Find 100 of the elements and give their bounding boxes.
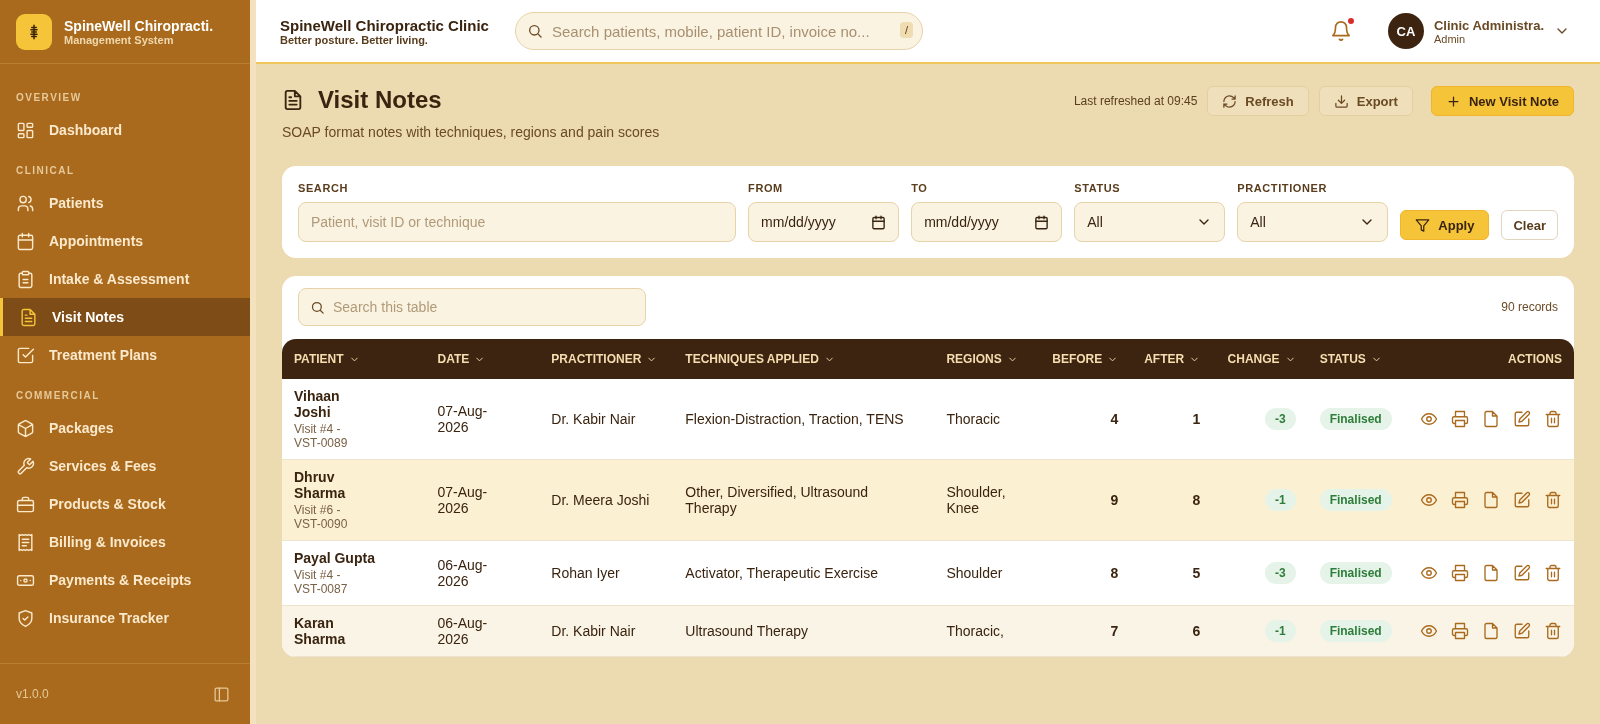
column-header[interactable]: DATE: [437, 352, 486, 366]
practitioner-name: Dr. Kabir Nair: [551, 411, 636, 427]
clipboard-icon: [16, 269, 35, 289]
nav-item[interactable]: Products & Stock: [0, 485, 250, 523]
trash-icon[interactable]: [1544, 622, 1562, 640]
nav-item[interactable]: Visit Notes: [0, 298, 250, 336]
nav-item[interactable]: Appointments: [0, 222, 250, 260]
new-note-button[interactable]: New Visit Note: [1430, 86, 1574, 116]
checkbox-icon: [16, 345, 35, 365]
trash-icon[interactable]: [1544, 564, 1562, 582]
export-button[interactable]: Export: [1318, 86, 1413, 116]
dropdown[interactable]: All: [1237, 202, 1389, 242]
sidebar-toggle-icon[interactable]: [213, 685, 230, 703]
after-score: 1: [1192, 411, 1201, 427]
after-score: 8: [1192, 492, 1201, 508]
date-field[interactable]: mm/dd/yyyy: [748, 202, 900, 242]
nav-item[interactable]: Insurance Tracker: [0, 599, 250, 637]
patient-name: Vihaan Joshi: [294, 388, 341, 420]
bell-icon[interactable]: [1329, 20, 1352, 42]
visit-id: Visit #4 - VST-0089: [294, 422, 349, 450]
patient-name: Dhruv Sharma: [294, 469, 347, 501]
filter-label: STATUS: [1074, 182, 1122, 194]
brand-title: SpineWell Chiropracti.: [64, 17, 214, 34]
nav-item[interactable]: Patients: [0, 184, 250, 222]
practitioner-name: Dr. Kabir Nair: [551, 623, 636, 639]
nav-item[interactable]: Treatment Plans: [0, 336, 250, 374]
table-row[interactable]: Vihaan Joshi Visit #4 - VST-0089 07-Aug-2026 Dr. Kabir Nair Flexion-Distraction, Traction, TENS Thoracic 4 1 -3 Finalised: [282, 379, 1574, 460]
eye-icon[interactable]: [1420, 410, 1438, 428]
edit-icon[interactable]: [1513, 564, 1531, 582]
status-badge: Finalised: [1319, 562, 1392, 584]
trash-icon[interactable]: [1544, 491, 1562, 509]
dropdown[interactable]: All: [1074, 202, 1226, 242]
printer-icon[interactable]: [1451, 410, 1469, 428]
column-header[interactable]: TECHNIQUES APPLIED: [685, 352, 835, 366]
practitioner-name: Rohan Iyer: [551, 565, 620, 581]
user-name: Clinic Administra.: [1433, 17, 1544, 33]
column-header[interactable]: PRACTITIONER: [551, 352, 658, 366]
search-field[interactable]: Patient, visit ID or technique: [298, 202, 737, 242]
date-field[interactable]: mm/dd/yyyy: [911, 202, 1063, 242]
user-avatar: CA: [1387, 13, 1424, 49]
trash-icon[interactable]: [1544, 410, 1562, 428]
plus-icon: [1445, 93, 1461, 109]
column-header[interactable]: AFTER: [1144, 352, 1201, 366]
grid-icon: [16, 120, 35, 140]
nav-item[interactable]: Payments & Receipts: [0, 561, 250, 599]
status-badge: Finalised: [1319, 489, 1392, 511]
section-heading: CLINICAL: [15, 164, 76, 178]
table-search-field[interactable]: Search this table: [298, 288, 646, 326]
printer-icon[interactable]: [1451, 564, 1469, 582]
file-icon[interactable]: [1482, 622, 1500, 640]
nav-item[interactable]: Packages: [0, 409, 250, 447]
nav-item[interactable]: Intake & Assessment: [0, 260, 250, 298]
printer-icon[interactable]: [1451, 491, 1469, 509]
edit-icon[interactable]: [1513, 410, 1531, 428]
edit-icon[interactable]: [1513, 622, 1531, 640]
filter-label: SEARCH: [298, 182, 350, 194]
file-icon[interactable]: [1482, 564, 1500, 582]
change-badge: -3: [1264, 408, 1296, 430]
patient-name: Payal Gupta: [294, 550, 376, 566]
after-score: 6: [1192, 623, 1201, 639]
column-header[interactable]: BEFORE: [1052, 352, 1119, 366]
wrench-icon: [16, 456, 35, 476]
table-row[interactable]: Karan Sharma 06-Aug-2026 Dr. Kabir Nair Ultrasound Therapy Thoracic, 7 6 -1 Finalised: [282, 605, 1574, 657]
clear-button[interactable]: Clear: [1501, 210, 1558, 240]
column-header[interactable]: REGIONS: [946, 352, 1018, 366]
eye-icon[interactable]: [1420, 622, 1438, 640]
clinic-tagline: Better posture. Better living.: [280, 33, 428, 46]
calendar-icon: [1034, 214, 1050, 230]
table-row[interactable]: Payal Gupta Visit #4 - VST-0087 06-Aug-2026 Rohan Iyer Activator, Therapeutic Exercise Shoulder 8 5 -3 Finalised: [282, 540, 1574, 606]
version-label: v1.0.0: [16, 687, 49, 701]
eye-icon[interactable]: [1420, 491, 1438, 509]
document-icon: [282, 89, 304, 111]
apply-button[interactable]: Apply: [1400, 210, 1490, 240]
shield-icon: [16, 608, 35, 628]
column-header[interactable]: PATIENT: [294, 352, 360, 366]
record-count: 90 records: [1501, 300, 1558, 314]
techniques-text: Other, Diversified, Ultrasound Therapy: [685, 484, 869, 516]
column-header[interactable]: STATUS: [1319, 352, 1382, 366]
nav-item[interactable]: Billing & Invoices: [0, 523, 250, 561]
last-refreshed-text: Last refreshed at 09:45: [1073, 94, 1198, 108]
nav-item[interactable]: Dashboard: [0, 111, 250, 149]
eye-icon[interactable]: [1420, 564, 1438, 582]
download-icon: [1333, 93, 1349, 109]
file-icon[interactable]: [1482, 491, 1500, 509]
printer-icon[interactable]: [1451, 622, 1469, 640]
before-score: 4: [1110, 411, 1119, 427]
before-score: 8: [1110, 565, 1119, 581]
before-score: 7: [1110, 623, 1119, 639]
page-subtitle: SOAP format notes with techniques, regions and pain scores: [282, 124, 660, 140]
edit-icon[interactable]: [1513, 491, 1531, 509]
patient-name: Karan Sharma: [294, 615, 347, 647]
refresh-button[interactable]: Refresh: [1207, 86, 1309, 116]
regions-text: Thoracic: [946, 411, 1001, 427]
column-header: ACTIONS: [1508, 352, 1562, 366]
file-icon[interactable]: [1482, 410, 1500, 428]
table-row[interactable]: Dhruv Sharma Visit #6 - VST-0090 07-Aug-2026 Dr. Meera Joshi Other, Diversified, Ultrasound Therapy Shoulder, Knee 9 8 -1 Finalised: [282, 459, 1574, 541]
receipt-icon: [16, 532, 35, 552]
nav-item[interactable]: Services & Fees: [0, 447, 250, 485]
column-header[interactable]: CHANGE: [1227, 352, 1296, 366]
after-score: 5: [1192, 565, 1201, 581]
